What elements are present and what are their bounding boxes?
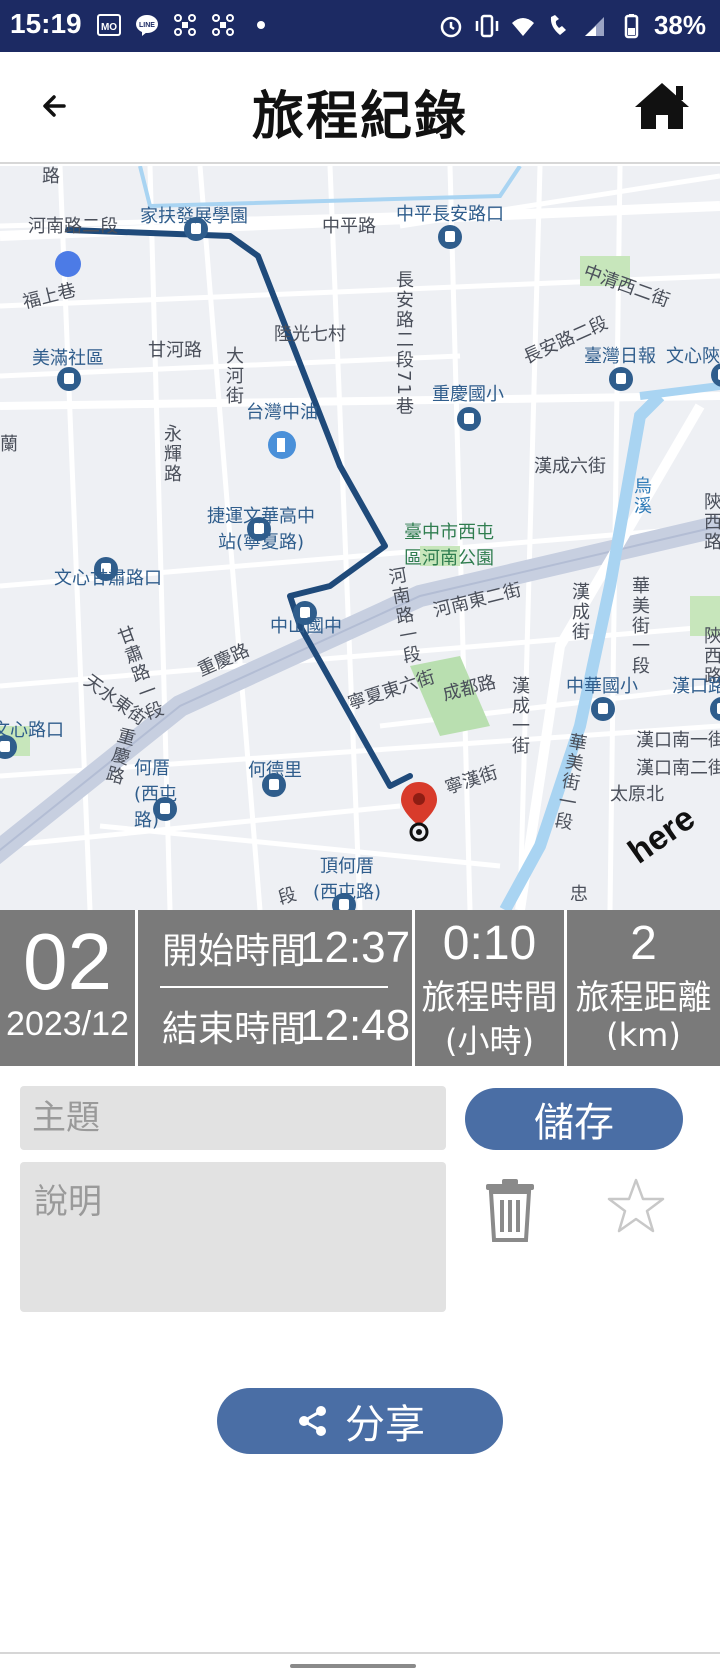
map-label: 何德里	[248, 760, 302, 781]
svg-text:MO: MO	[101, 22, 117, 33]
map-label: 文心甘肅路口	[54, 568, 162, 589]
bus-stop-icon	[457, 407, 481, 431]
map-label: 大河街	[223, 346, 244, 406]
battery-percent: 38%	[653, 10, 706, 40]
map-label: 蘭	[0, 434, 18, 455]
duration-unit: (小時)	[445, 1022, 534, 1060]
bus-stop-icon	[609, 367, 633, 391]
vibrate-icon	[475, 14, 499, 37]
map-label: 捷運文華高中站(寧夏路)	[207, 506, 315, 553]
map-label: 頂何厝(西屯路)	[312, 856, 382, 903]
home-icon[interactable]	[632, 80, 692, 132]
map-label: 烏溪	[631, 476, 652, 516]
bus-stop-icon	[710, 697, 720, 721]
distance-unit: (km)	[606, 1016, 681, 1054]
start-point-icon	[55, 251, 81, 277]
status-bar: 15:19 MO LINE 38%	[0, 0, 720, 52]
signal-icon	[584, 16, 604, 36]
line-icon: LINE	[136, 15, 158, 36]
distance-value: 2	[630, 917, 657, 970]
map-label: 漢成一街	[509, 676, 530, 756]
wifi-icon	[511, 17, 534, 36]
trash-icon[interactable]	[484, 1178, 536, 1242]
nav-divider	[0, 1652, 720, 1654]
map-label: 漢口南二街	[636, 758, 720, 779]
map-label: 漢成六街	[534, 456, 606, 477]
map-label: 永輝路	[161, 424, 182, 484]
map-label: 漢成街	[569, 582, 590, 642]
map-label: 臺中市西屯區河南公園	[404, 522, 494, 569]
drone-icon	[174, 14, 196, 36]
status-time: 15:19	[10, 8, 82, 39]
start-time-label: 開始時間	[162, 931, 307, 972]
trip-time-cell: 開始時間 12:37 結束時間 12:48	[138, 910, 415, 1066]
divider	[160, 986, 388, 988]
mo-icon: MO	[97, 14, 121, 36]
duration-value: 0:10	[442, 917, 537, 970]
distance-label: 旅程距離	[575, 978, 712, 1018]
description-input[interactable]	[20, 1162, 446, 1312]
map-label: 陝西路	[701, 492, 720, 552]
map-label: 河南路二段	[28, 216, 118, 237]
star-icon[interactable]	[606, 1176, 666, 1236]
map-label: 太原北	[610, 784, 664, 805]
map-label: 漢口南一街	[636, 730, 720, 751]
map-label: 臺灣日報	[584, 346, 656, 367]
map-label: 中華國小	[566, 676, 638, 697]
map-label: 中平路	[322, 216, 376, 237]
trip-date: 2023/12	[6, 1005, 129, 1043]
map-label: 文心陝	[666, 346, 720, 367]
map-label: 中平長安路口	[396, 204, 504, 225]
map-label: 台灣中油	[246, 402, 318, 423]
trip-distance-cell: 2 旅程距離 (km)	[567, 910, 720, 1066]
map-label: 長安路二段71巷	[393, 270, 414, 417]
duration-label: 旅程時間	[421, 978, 558, 1018]
map-label: 重慶國小	[432, 384, 504, 405]
trip-day: 02	[23, 917, 112, 1006]
wifi-call-icon	[550, 14, 566, 35]
map-label: 家扶發展學園	[140, 206, 248, 227]
start-time-value: 12:37	[300, 923, 411, 972]
map-label: 忠	[570, 884, 588, 905]
notification-icons: MO LINE	[96, 12, 274, 38]
svg-text:LINE: LINE	[139, 22, 155, 29]
subject-input[interactable]	[20, 1086, 446, 1150]
drone-icon	[212, 14, 234, 36]
save-button[interactable]: 儲存	[465, 1088, 683, 1150]
trip-date-cell: 02 2023/12	[0, 910, 138, 1066]
route-map[interactable]: 路 河南路二段 家扶發展學園 中平路 中平長安路口 福上巷 長安路二段71巷 中…	[0, 166, 720, 910]
gas-station-icon	[268, 431, 296, 459]
map-label: 陸光七村	[274, 324, 346, 345]
map-label: 中山國中	[270, 616, 342, 637]
bus-stop-icon	[591, 697, 615, 721]
end-pin-icon	[401, 782, 437, 842]
share-button[interactable]: 分享	[217, 1388, 503, 1454]
map-label: 美滿社區	[32, 348, 104, 369]
bus-stop-icon	[438, 225, 462, 249]
map-label: 文心路口	[0, 720, 64, 741]
system-icons: 38%	[438, 10, 706, 41]
trip-stats: 02 2023/12 開始時間 12:37 結束時間 12:48 0:10 旅程…	[0, 910, 720, 1066]
app-bar: 旅程紀錄	[0, 52, 720, 164]
end-time-label: 結束時間	[162, 1009, 307, 1050]
end-time-value: 12:48	[300, 1001, 411, 1050]
dot-icon	[257, 21, 265, 29]
trip-duration-cell: 0:10 旅程時間 (小時)	[415, 910, 567, 1066]
map-label: 漢口路	[672, 676, 720, 697]
map-label: 甘河路	[148, 340, 202, 361]
end-time-row: 結束時間 12:48	[162, 996, 410, 1056]
home-indicator[interactable]	[290, 1664, 416, 1668]
battery-icon	[624, 13, 639, 38]
map-label: 華美街一段	[629, 576, 650, 676]
map-label: 何厝(西屯路)	[134, 758, 178, 831]
page-title: 旅程紀錄	[251, 87, 468, 147]
share-label: 分享	[345, 1402, 425, 1448]
start-time-row: 開始時間 12:37	[162, 918, 410, 978]
share-icon	[299, 1406, 326, 1436]
map-label: 路	[42, 166, 60, 187]
alarm-icon	[440, 16, 462, 37]
